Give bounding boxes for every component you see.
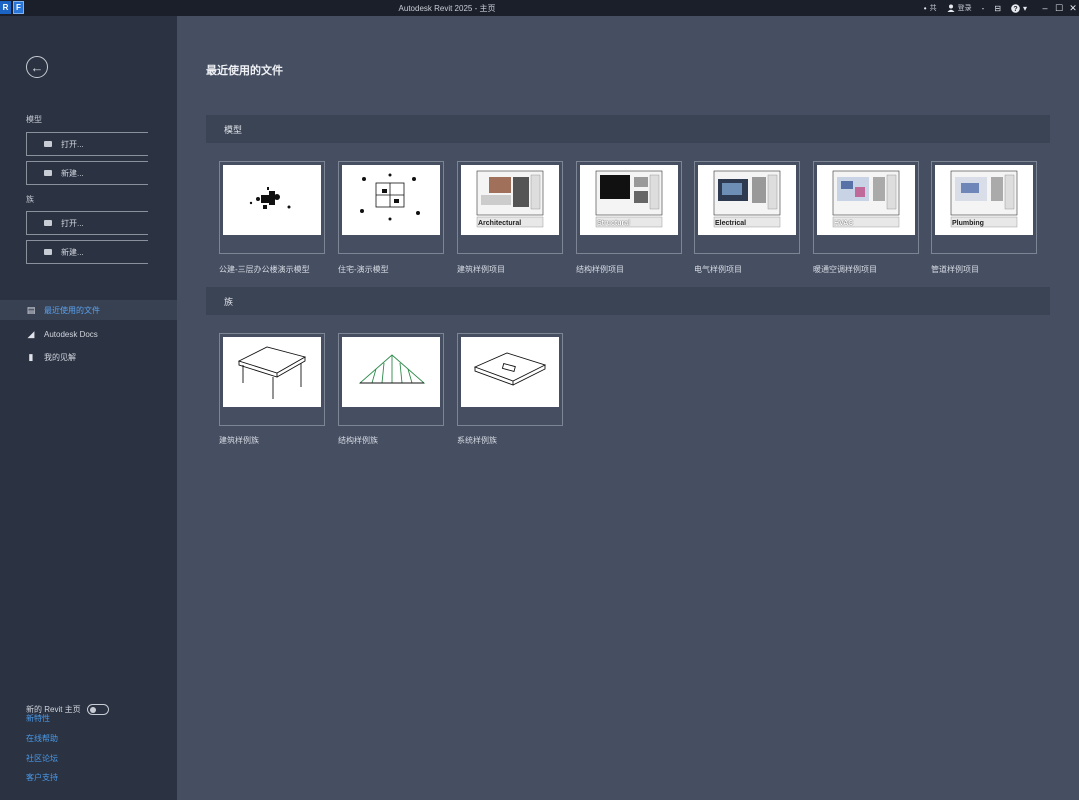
user-icon	[947, 4, 955, 12]
share-icon: •	[923, 3, 927, 13]
truss-family-preview	[358, 354, 426, 384]
family-card-architectural[interactable]	[219, 333, 325, 426]
structural-caption: Structural	[597, 220, 631, 227]
family-card-structural-label[interactable]: 结构样例族	[338, 435, 378, 446]
model-card-office[interactable]	[219, 161, 325, 254]
sign-in-label: 登录	[957, 5, 972, 12]
hvac-sheet-preview	[832, 170, 900, 228]
more-menu-button[interactable]: -	[982, 4, 985, 13]
electrical-caption: Electrical	[715, 220, 747, 227]
nav-autodesk-docs-label: Autodesk Docs	[44, 329, 98, 339]
page-title: 最近使用的文件	[206, 65, 283, 77]
model-card-electrical[interactable]: Electrical	[694, 161, 800, 254]
new-file-icon	[44, 170, 52, 176]
open-family-button[interactable]: 打开...	[26, 211, 148, 235]
cart-icon: ⊟	[994, 3, 1001, 13]
models-group-label: 模型	[26, 115, 42, 124]
model-card-plumbing-label[interactable]: 管道样例项目	[931, 264, 979, 275]
new-family-button[interactable]: 新建...	[26, 240, 148, 264]
new-file-icon	[44, 249, 52, 255]
help-button[interactable]: ? ▾	[1011, 4, 1027, 13]
nav-autodesk-docs[interactable]: ◢ Autodesk Docs	[0, 324, 177, 344]
table-family-preview	[237, 346, 307, 399]
model-card-residential-label[interactable]: 住宅-演示模型	[338, 264, 389, 275]
family-card-structural[interactable]	[338, 333, 444, 426]
folder-icon	[44, 220, 52, 226]
model-thumbnail: HVAC	[817, 165, 915, 235]
folder-icon	[44, 141, 52, 147]
hvac-caption: HVAC	[834, 220, 854, 227]
title-bar: R F Autodesk Revit 2025 - 主页 • 共 登录 - ⊟ …	[0, 0, 1079, 16]
model-card-architectural-label[interactable]: 建筑样例项目	[457, 264, 505, 275]
model-card-architectural[interactable]: Architectural	[457, 161, 563, 254]
family-thumbnail	[342, 337, 440, 407]
model-card-hvac-label[interactable]: 暖通空调样例项目	[813, 264, 877, 275]
families-section-header: 族	[206, 287, 1050, 315]
window-title: Autodesk Revit 2025 - 主页	[398, 4, 496, 13]
customer-support-link[interactable]: 客户支持	[26, 772, 58, 783]
new-home-toggle[interactable]	[86, 704, 109, 715]
models-section-header: 模型	[206, 115, 1050, 143]
online-help-link[interactable]: 在线帮助	[26, 733, 58, 744]
model-card-structural-label[interactable]: 结构样例项目	[576, 264, 624, 275]
plumbing-caption: Plumbing	[952, 220, 984, 227]
back-button[interactable]: ←	[26, 56, 48, 78]
tray-family-preview	[473, 352, 547, 386]
share-button[interactable]: • 共	[924, 3, 937, 13]
model-card-electrical-label[interactable]: 电气样例项目	[694, 264, 742, 275]
cart-button[interactable]: ⊟	[994, 4, 1001, 13]
electrical-sheet-preview	[713, 170, 781, 228]
dash-icon: -	[981, 3, 985, 13]
community-forum-link[interactable]: 社区论坛	[26, 753, 58, 764]
whats-new-link[interactable]: 新特性	[26, 713, 50, 724]
main-content: 最近使用的文件 模型 公建-三层办公楼演示模型 住宅-演示模型 Architec…	[177, 16, 1079, 800]
close-button[interactable]: ✕	[1067, 3, 1079, 14]
svg-text:?: ?	[1013, 6, 1017, 13]
sidebar: ← 模型 打开... 新建... 族 打开... 新建... ▤ 最近使用的文件…	[0, 16, 177, 800]
new-family-label: 新建...	[61, 247, 84, 257]
insights-icon: ▮	[28, 351, 34, 362]
model-card-plumbing[interactable]: Plumbing	[931, 161, 1037, 254]
model-card-office-label[interactable]: 公建-三层办公楼演示模型	[219, 264, 310, 275]
maximize-button[interactable]: ☐	[1053, 3, 1065, 14]
open-model-button[interactable]: 打开...	[26, 132, 148, 156]
family-card-system-label[interactable]: 系统样例族	[457, 435, 497, 446]
model-thumbnail: Structural	[580, 165, 678, 235]
architectural-caption: Architectural	[478, 220, 522, 227]
family-card-system[interactable]	[457, 333, 563, 426]
plumbing-sheet-preview	[950, 170, 1018, 228]
open-model-label: 打开...	[61, 139, 84, 149]
nav-recent-files-label: 最近使用的文件	[44, 305, 100, 315]
model-card-hvac[interactable]: HVAC	[813, 161, 919, 254]
help-icon: ?	[1011, 3, 1020, 13]
families-group-label: 族	[26, 195, 34, 204]
back-arrow-icon: ←	[30, 59, 44, 75]
autodesk-docs-icon: ◢	[27, 328, 35, 339]
family-thumbnail	[461, 337, 559, 407]
model-card-residential[interactable]	[338, 161, 444, 254]
minimize-button[interactable]: –	[1039, 3, 1051, 13]
nav-insights-label: 我的见解	[44, 352, 76, 362]
title-bar-controls: • 共 登录 - ⊟ ? ▾ – ☐ ✕	[924, 0, 1079, 16]
office-model-preview	[249, 187, 291, 209]
open-family-label: 打开...	[61, 218, 84, 228]
nav-recent-files[interactable]: ▤ 最近使用的文件	[0, 300, 177, 320]
nav-insights[interactable]: ▮ 我的见解	[0, 347, 177, 367]
model-thumbnail	[342, 165, 440, 235]
help-dropdown-icon: ▾	[1022, 3, 1027, 13]
family-card-architectural-label[interactable]: 建筑样例族	[219, 435, 259, 446]
model-card-structural[interactable]: Structural	[576, 161, 682, 254]
model-thumbnail	[223, 165, 321, 235]
model-thumbnail: Electrical	[698, 165, 796, 235]
model-thumbnail: Plumbing	[935, 165, 1033, 235]
new-model-button[interactable]: 新建...	[26, 161, 148, 185]
family-thumbnail	[223, 337, 321, 407]
residential-model-preview	[360, 173, 420, 221]
share-label: 共	[929, 5, 937, 12]
sign-in-button[interactable]: 登录	[947, 3, 972, 13]
model-thumbnail: Architectural	[461, 165, 559, 235]
recent-files-icon: ▤	[26, 304, 36, 315]
new-model-label: 新建...	[61, 168, 84, 178]
